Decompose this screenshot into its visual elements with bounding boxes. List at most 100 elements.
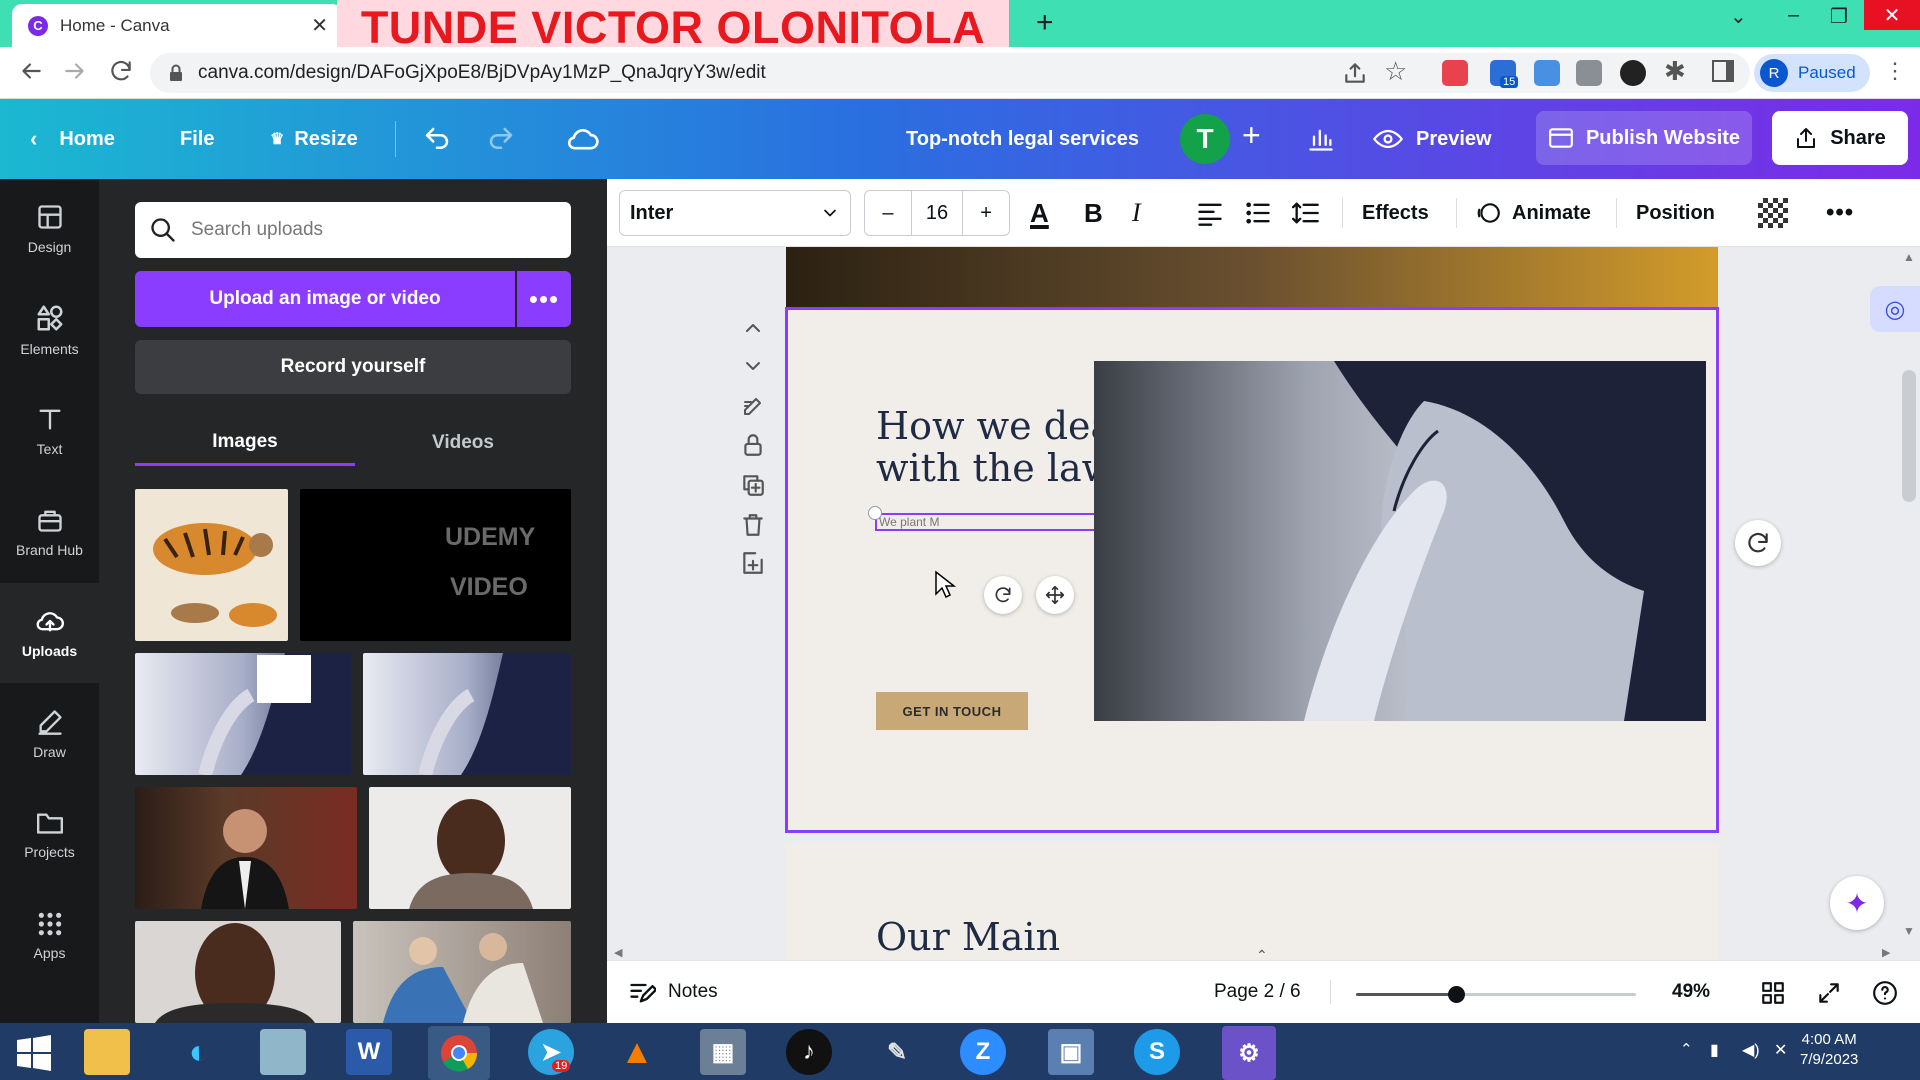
upload-thumbnail-people[interactable] [353,921,571,1023]
chrome-taskbar-item[interactable] [428,1026,490,1080]
upload-thumbnail-woman-1[interactable] [135,653,351,775]
restore-icon[interactable]: ❐ [1830,4,1848,29]
extension-5-icon[interactable] [1620,60,1646,86]
share-button[interactable]: Share [1772,111,1908,165]
upload-thumbnail-man-suit[interactable] [135,787,357,909]
rotate-handle-icon[interactable] [984,576,1022,614]
animate-button[interactable]: Animate [1476,190,1591,236]
move-handle-icon[interactable] [1036,576,1074,614]
zoom-slider-track[interactable] [1356,986,1636,1003]
side-panel-icon[interactable] [1712,60,1734,82]
font-dropdown[interactable]: Inter [619,190,851,236]
redo-icon[interactable] [486,124,516,154]
paint-tool-icon[interactable]: ✎ [874,1029,920,1075]
upload-thumbnail-woman-2[interactable] [363,653,571,775]
upload-more-options-icon[interactable]: ••• [517,271,571,327]
record-yourself-button[interactable]: Record yourself [135,340,571,394]
scroll-left-arrow-icon[interactable]: ◀ [614,946,622,959]
align-left-icon[interactable] [1196,200,1224,226]
vertical-scrollbar[interactable] [1902,370,1916,502]
extension-3-icon[interactable] [1534,60,1560,86]
zoom-app-icon[interactable]: Z [960,1029,1006,1075]
back-icon[interactable] [18,58,44,84]
search-input[interactable]: Search uploads [135,202,571,258]
tray-volume-icon[interactable]: ◀) [1742,1040,1760,1060]
delete-page-icon[interactable] [740,512,766,538]
scroll-down-arrow-icon[interactable]: ▼ [1903,924,1915,938]
rail-item-design[interactable]: Design [0,179,99,279]
zoom-slider-knob[interactable] [1448,986,1465,1003]
bookmark-star-icon[interactable]: ☆ [1384,56,1407,87]
window-close-icon[interactable]: ✕ [1864,0,1920,30]
resize-handle[interactable] [868,506,882,520]
extension-1-icon[interactable] [1442,60,1468,86]
rail-item-brand-hub[interactable]: Brand Hub [0,482,99,582]
move-page-up-icon[interactable] [740,318,766,338]
increase-font-size-button[interactable]: + [963,202,1009,225]
word-icon[interactable]: W [346,1029,392,1075]
text-color-button[interactable]: A [1030,190,1049,236]
fullscreen-icon[interactable] [1816,980,1842,1006]
rail-item-projects[interactable]: Projects [0,785,99,885]
tab-close-icon[interactable]: ✕ [311,13,328,38]
tab-videos[interactable]: Videos [355,420,571,466]
undo-icon[interactable] [422,124,452,154]
font-size-input[interactable]: 16 [910,190,964,236]
taskbar-clock[interactable]: 4:00 AM 7/9/2023 [1800,1030,1858,1070]
home-button[interactable]: ‹ Home [30,99,115,179]
transparency-icon[interactable] [1758,198,1788,228]
italic-icon[interactable]: I [1132,190,1141,236]
cloud-save-icon[interactable] [566,123,600,155]
rail-item-draw[interactable]: Draw [0,684,99,784]
design-title[interactable]: Top-notch legal services [906,99,1139,179]
tray-chevron-icon[interactable]: ⌃ [1680,1040,1693,1058]
profile-button[interactable]: R Paused [1754,54,1870,92]
position-button[interactable]: Position [1636,190,1715,236]
rail-item-uploads[interactable]: Uploads [0,583,99,683]
upload-thumbnail-man-closeup[interactable] [135,921,341,1023]
list-icon[interactable] [1244,200,1272,226]
rail-item-elements[interactable]: Elements [0,280,99,380]
collaborator-avatar[interactable]: T [1180,114,1230,164]
browser-menu-icon[interactable]: ⋮ [1884,58,1906,84]
effects-button[interactable]: Effects [1362,190,1429,236]
settings-taskbar-icon[interactable]: ⚙ [1222,1026,1276,1080]
tab-search-icon[interactable]: ⌄ [1730,4,1747,29]
help-icon[interactable] [1872,980,1898,1006]
upload-media-button[interactable]: Upload an image or video [135,271,515,327]
tab-images[interactable]: Images [135,420,355,466]
lock-page-icon[interactable] [740,432,766,458]
notepad-icon[interactable] [260,1029,306,1075]
more-options-icon[interactable]: ••• [1826,190,1854,236]
edge-browser-icon[interactable]: ◐ [176,1029,222,1075]
page-indicator[interactable]: Page 2 / 6 [1214,960,1301,1023]
assistant-side-tab-icon[interactable]: ◎ [1870,286,1920,332]
preview-button[interactable]: Preview [1372,99,1492,179]
magic-sparkle-icon[interactable]: ✦ [1830,876,1884,930]
rail-item-apps[interactable]: Apps [0,886,99,986]
rail-item-text[interactable]: Text [0,381,99,481]
line-spacing-icon[interactable] [1292,200,1320,226]
browser-tab[interactable]: C Home - Canva ✕ [12,4,342,47]
extension-4-icon[interactable] [1576,60,1602,86]
woman-photo[interactable] [1094,361,1706,721]
add-page-icon[interactable] [740,550,766,576]
move-page-down-icon[interactable] [740,356,766,376]
resize-button[interactable]: ♛ Resize [270,99,358,179]
page-notes-icon[interactable] [740,394,766,418]
get-in-touch-button[interactable]: GET IN TOUCH [876,692,1028,730]
minimize-icon[interactable]: – [1788,4,1799,27]
new-tab-icon[interactable]: + [1036,6,1054,40]
share-page-icon[interactable] [1342,60,1368,86]
forward-icon[interactable] [62,58,88,84]
vlc-icon[interactable]: ▲ [614,1029,660,1075]
upload-thumbnail-man-portrait[interactable] [369,787,571,909]
file-explorer-icon[interactable] [84,1029,130,1075]
decrease-font-size-button[interactable]: – [865,202,911,225]
remote-desktop-icon[interactable]: ▣ [1048,1029,1094,1075]
insights-chart-icon[interactable] [1306,125,1336,153]
reload-icon[interactable] [108,58,134,84]
refresh-design-icon[interactable] [1735,520,1781,566]
zoom-level[interactable]: 49% [1672,960,1710,1023]
duplicate-page-icon[interactable] [740,472,766,498]
